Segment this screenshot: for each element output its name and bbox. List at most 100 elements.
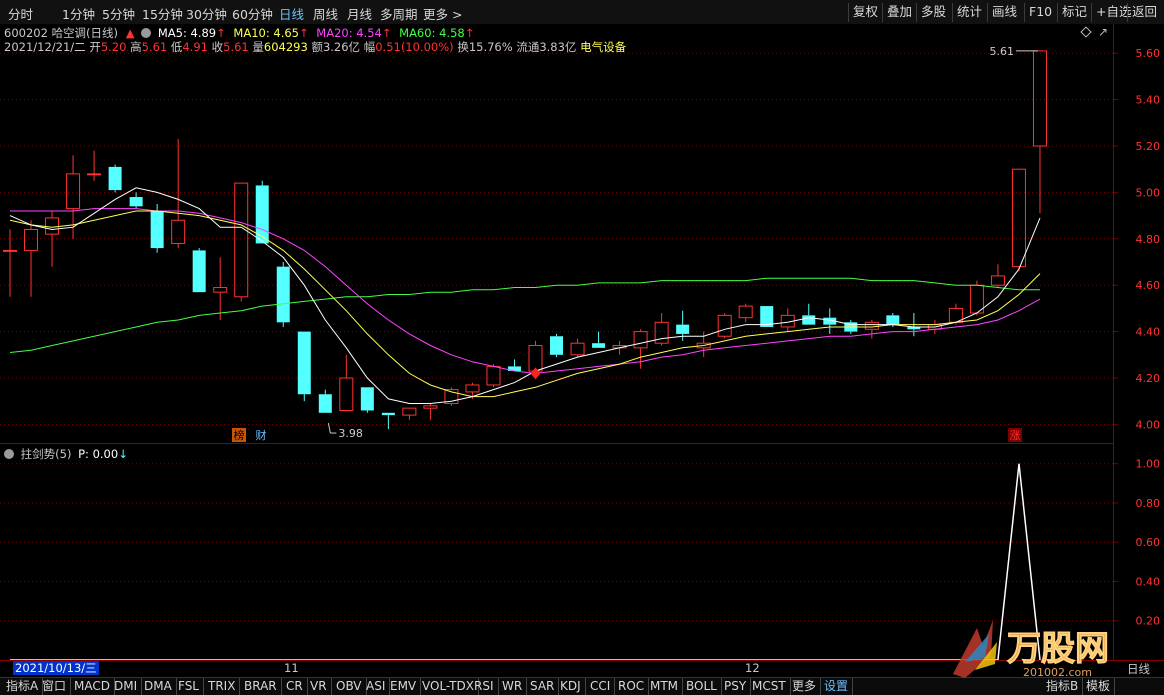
candle-body	[129, 197, 143, 207]
candle-body	[171, 219, 186, 244]
indicator-tab-20[interactable]: MTM	[646, 678, 684, 695]
y-tick-label: 5.20	[1136, 140, 1161, 153]
candle-body	[381, 412, 395, 416]
y-tick-label: 4.40	[1136, 326, 1161, 339]
indicator-tab-4[interactable]: DMA	[140, 678, 177, 695]
candle-body	[528, 345, 543, 372]
period-tab-4[interactable]: 30分钟	[186, 4, 227, 22]
indicator-tab-23[interactable]: MCST	[748, 678, 791, 695]
indicator-tab-8[interactable]: CR	[282, 678, 308, 695]
watermark-url: 201002.com	[1023, 666, 1092, 679]
candle-body	[87, 173, 102, 176]
event-badge-cai: 财	[256, 428, 267, 442]
candle-body	[192, 250, 206, 293]
indicator-tab-2[interactable]: MACD	[70, 678, 115, 695]
date-cursor-label: 2021/10/13/三	[13, 661, 99, 675]
candle-body	[423, 405, 438, 409]
candle-body	[990, 275, 1005, 286]
candle-body	[738, 305, 753, 319]
indicator-tab-5[interactable]: FSL	[174, 678, 204, 695]
event-badge-bang: 榜	[234, 428, 245, 442]
ma5-line	[9, 187, 1041, 404]
candle-body	[717, 314, 732, 337]
indicator-tab-22[interactable]: PSY	[720, 678, 752, 695]
y-tick-label: 5.00	[1136, 186, 1161, 199]
candle-body	[339, 377, 354, 411]
y-tick-label: 1.00	[1136, 458, 1161, 471]
candle-body	[550, 336, 564, 355]
period-tab-8[interactable]: 月线	[347, 4, 372, 22]
event-badge-zhang: 涨	[1010, 429, 1021, 442]
site-watermark: 万股网 201002.com	[945, 612, 1115, 682]
indicator-tab-7[interactable]: BRAR	[240, 678, 282, 695]
y-tick-label: 4.20	[1136, 372, 1161, 385]
indicator-tab-24[interactable]: 更多	[788, 678, 822, 695]
y-tick-label: 0.80	[1136, 497, 1161, 510]
candle-body	[676, 324, 690, 334]
indicator-tab-12[interactable]: EMV	[386, 678, 422, 695]
candle-body	[276, 266, 290, 323]
indicator-tab-14[interactable]: RSI	[470, 678, 499, 695]
candle-body	[360, 387, 374, 411]
y-tick-label: 5.40	[1136, 94, 1161, 107]
period-tab-0[interactable]: 分时	[8, 4, 33, 22]
indicator-tab-21[interactable]: BOLL	[682, 678, 722, 695]
candle-body	[66, 173, 81, 210]
candle-body	[402, 407, 417, 416]
candle-body	[886, 315, 900, 325]
period-tab-3[interactable]: 15分钟	[142, 4, 183, 22]
indicator-tab-3[interactable]: DMI	[110, 678, 143, 695]
y-tick-label: 0.20	[1136, 615, 1161, 628]
toolbar-button-6[interactable]: 标记	[1057, 3, 1091, 22]
toolbar-button-4[interactable]: 画线	[987, 3, 1021, 22]
watermark-logo: 万股网 201002.com	[953, 620, 1110, 679]
low-pointer	[327, 422, 331, 434]
indicator-tab-16[interactable]: SAR	[526, 678, 560, 695]
candle-body	[213, 287, 228, 293]
y-tick-label: 5.60	[1136, 47, 1161, 60]
period-tab-1[interactable]: 1分钟	[62, 4, 95, 22]
ma20-line	[10, 208, 1041, 374]
period-tab-9[interactable]: 多周期	[380, 4, 418, 22]
candle-body	[318, 394, 332, 413]
y-tick-label: 0.40	[1136, 575, 1161, 588]
high-value-label: 5.61	[989, 45, 1014, 58]
period-tab-5[interactable]: 60分钟	[232, 4, 273, 22]
candle-body	[486, 365, 501, 386]
y-tick-label: 4.60	[1136, 279, 1161, 292]
indicator-tab-9[interactable]: VR	[306, 678, 332, 695]
toolbar-button-0[interactable]: 复权	[848, 3, 882, 22]
candle-body	[1011, 168, 1026, 268]
indicator-tab-6[interactable]: TRIX	[204, 678, 241, 695]
candle-body	[24, 229, 39, 251]
candle-body	[234, 182, 249, 298]
candle-body	[633, 331, 648, 349]
y-tick-label: 4.80	[1136, 233, 1161, 246]
candlestick-chart[interactable]: 4.00 4.20 4.40 4.60 4.80 5.00 5.20 5.40 5.60 3.98…	[0, 24, 1164, 444]
indicator-tab-25[interactable]: 设置	[820, 678, 854, 695]
toolbar-button-2[interactable]: 多股	[916, 3, 950, 22]
period-tab-6[interactable]: 日线	[279, 4, 304, 22]
indicator-line	[10, 463, 1041, 660]
candle-body	[592, 343, 606, 348]
period-tab-7[interactable]: 周线	[313, 4, 338, 22]
candle-body	[108, 166, 122, 191]
candle-body	[3, 249, 17, 252]
indicator-tab-17[interactable]: KDJ	[556, 678, 586, 695]
period-tab-2[interactable]: 5分钟	[102, 4, 135, 22]
watermark-text: 万股网	[1007, 629, 1109, 669]
period-tab-10[interactable]: 更多 >	[423, 4, 462, 22]
indicator-tab-18[interactable]: CCI	[586, 678, 616, 695]
indicator-tab-19[interactable]: ROC	[614, 678, 650, 695]
candle-body	[802, 315, 816, 325]
low-value-label: 3.98	[338, 427, 363, 440]
toolbar-button-8[interactable]: 返回	[1127, 3, 1161, 22]
toolbar-button-3[interactable]: 统计	[952, 3, 986, 22]
indicator-tab-15[interactable]: WR	[498, 678, 528, 695]
toolbar-button-1[interactable]: 叠加	[882, 3, 916, 22]
toolbar-button-5[interactable]: F10	[1024, 3, 1056, 22]
ma60-line	[9, 277, 1040, 353]
y-tick-label: 4.00	[1136, 418, 1161, 431]
indicator-tab-1[interactable]: 窗口	[38, 678, 72, 695]
candle-body	[150, 210, 164, 249]
